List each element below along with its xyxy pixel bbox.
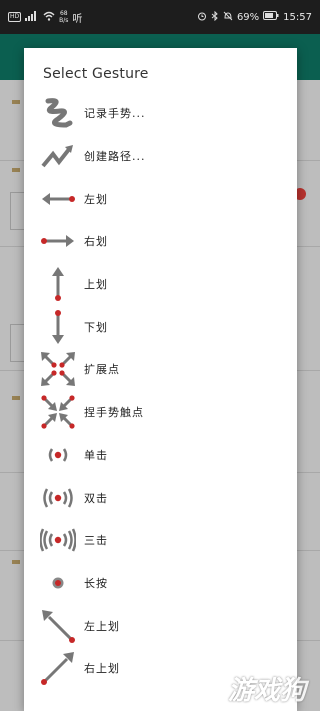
gesture-item-long-press[interactable]: 长按 xyxy=(24,562,297,605)
network-speed-value: 68 xyxy=(59,10,68,17)
status-left: HD 68 B/s 听 xyxy=(8,10,82,25)
background-mark xyxy=(12,168,20,172)
gesture-item-swipe-down[interactable]: 下划 xyxy=(24,305,297,348)
swipe-up-right-icon xyxy=(38,648,78,688)
alarm-icon xyxy=(197,11,207,24)
gesture-item-swipe-left[interactable]: 左划 xyxy=(24,177,297,220)
double-tap-icon xyxy=(38,478,78,518)
hd-badge: HD xyxy=(8,12,22,22)
gesture-item-triple-tap[interactable]: 三击 xyxy=(24,519,297,562)
gesture-item-pinch[interactable]: 捏手势触点 xyxy=(24,391,297,434)
gesture-item-swipe-right[interactable]: 右划 xyxy=(24,220,297,263)
gesture-label: 左上划 xyxy=(84,619,120,633)
expand-points-icon xyxy=(38,349,78,389)
background-mark xyxy=(12,100,20,104)
bluetooth-icon xyxy=(211,10,219,24)
background-field xyxy=(10,324,25,362)
pinch-points-icon xyxy=(38,392,78,432)
background-mark xyxy=(12,560,20,564)
gesture-label: 三击 xyxy=(84,534,108,548)
watermark-logo: 游戏狗 xyxy=(227,676,306,706)
status-extra-label: 听 xyxy=(72,13,83,25)
triple-tap-icon xyxy=(38,520,78,560)
gesture-item-create-path[interactable]: 创建路径... xyxy=(24,135,297,178)
swipe-up-icon xyxy=(38,264,78,304)
background-field xyxy=(10,192,25,230)
swipe-left-icon xyxy=(38,179,78,219)
swipe-up-left-icon xyxy=(38,606,78,646)
gesture-label: 上划 xyxy=(84,278,108,292)
gesture-list: 记录手势... 创建路径... 左划 右划 上划 下划 扩展点 捏手势触点 单击… xyxy=(24,92,297,690)
gesture-item-expand[interactable]: 扩展点 xyxy=(24,348,297,391)
status-bar: HD 68 B/s 听 69% 15:57 xyxy=(0,0,320,34)
signal-icon xyxy=(25,10,39,24)
dialog-title: Select Gesture xyxy=(43,66,149,82)
squiggle-icon xyxy=(38,93,78,133)
background-mark xyxy=(12,396,20,400)
zigzag-path-icon xyxy=(38,136,78,176)
battery-percent: 69% xyxy=(236,11,260,23)
select-gesture-dialog: Select Gesture 记录手势... 创建路径... 左划 右划 上划 … xyxy=(24,48,297,711)
long-press-icon xyxy=(38,563,78,603)
gesture-item-single-tap[interactable]: 单击 xyxy=(24,434,297,477)
network-speed-unit: B/s xyxy=(59,17,69,24)
gesture-label: 下划 xyxy=(84,320,108,334)
mute-icon xyxy=(223,11,233,24)
gesture-item-swipe-up[interactable]: 上划 xyxy=(24,263,297,306)
gesture-label: 左划 xyxy=(84,192,108,206)
gesture-label: 记录手势... xyxy=(84,107,146,121)
swipe-right-icon xyxy=(38,221,78,261)
network-speed: 68 B/s xyxy=(59,10,68,24)
gesture-label: 双击 xyxy=(84,491,108,505)
gesture-label: 右划 xyxy=(84,235,108,249)
gesture-item-record[interactable]: 记录手势... xyxy=(24,92,297,135)
gesture-item-double-tap[interactable]: 双击 xyxy=(24,476,297,519)
gesture-label: 单击 xyxy=(84,448,108,462)
gesture-label: 右上划 xyxy=(84,662,120,676)
battery-icon xyxy=(263,11,279,23)
single-tap-icon xyxy=(38,435,78,475)
clock: 15:57 xyxy=(283,11,312,23)
gesture-label: 捏手势触点 xyxy=(84,406,144,420)
status-right: 69% 15:57 xyxy=(197,10,312,24)
gesture-label: 长按 xyxy=(84,576,108,590)
gesture-label: 扩展点 xyxy=(84,363,120,377)
wifi-icon xyxy=(43,11,55,24)
gesture-item-swipe-up-left[interactable]: 左上划 xyxy=(24,604,297,647)
gesture-label: 创建路径... xyxy=(84,150,146,164)
swipe-down-icon xyxy=(38,307,78,347)
